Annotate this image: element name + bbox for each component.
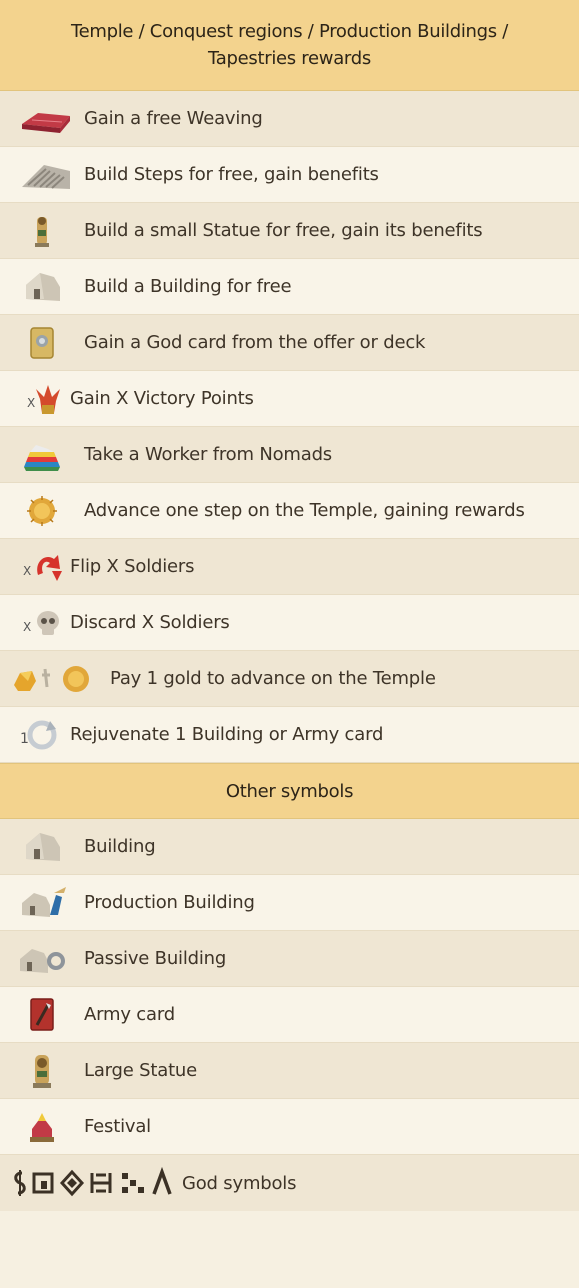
army-card-icon bbox=[0, 987, 84, 1043]
row-rejuvenate: 1 Rejuvenate 1 Building or Army card bbox=[0, 707, 579, 763]
row-label: Gain a God card from the offer or deck bbox=[84, 332, 426, 353]
svg-text:X: X bbox=[23, 620, 31, 634]
row-label: God symbols bbox=[182, 1172, 297, 1194]
weaving-icon bbox=[0, 91, 84, 147]
svg-text:X: X bbox=[27, 396, 35, 410]
worker-icon bbox=[0, 427, 84, 483]
row-label: Gain a free Weaving bbox=[84, 108, 263, 129]
row-god-symbols: God symbols bbox=[0, 1155, 579, 1211]
rewards-reference-sheet: Temple / Conquest regions / Production B… bbox=[0, 0, 579, 1288]
section-header-rewards: Temple / Conquest regions / Production B… bbox=[0, 0, 579, 91]
row-large-statue: Large Statue bbox=[0, 1043, 579, 1099]
gold-to-temple-icon bbox=[0, 651, 110, 707]
building-icon bbox=[0, 819, 84, 875]
row-army-card: Army card bbox=[0, 987, 579, 1043]
row-small-statue: Build a small Statue for free, gain its … bbox=[0, 203, 579, 259]
production-building-icon bbox=[0, 875, 84, 931]
section-title: Other symbols bbox=[225, 780, 354, 802]
row-gold-temple: Pay 1 gold to advance on the Temple bbox=[0, 651, 579, 707]
section-header-other: Other symbols bbox=[0, 763, 579, 819]
row-label: Take a Worker from Nomads bbox=[84, 444, 332, 465]
row-steps: Build Steps for free, gain benefits bbox=[0, 147, 579, 203]
row-production-building: Production Building bbox=[0, 875, 579, 931]
row-flip-soldiers: X Flip X Soldiers bbox=[0, 539, 579, 595]
row-passive-building: Passive Building bbox=[0, 931, 579, 987]
festival-icon bbox=[0, 1099, 84, 1155]
row-label: Production Building bbox=[84, 892, 255, 913]
row-label: Build a small Statue for free, gain its … bbox=[84, 220, 483, 241]
section-title-line1: Temple / Conquest regions / Production B… bbox=[70, 21, 509, 42]
row-label: Flip X Soldiers bbox=[70, 556, 195, 577]
skull-icon: X bbox=[0, 595, 84, 651]
row-label: Build a Building for free bbox=[84, 276, 292, 297]
victory-points-icon: X bbox=[0, 371, 84, 427]
row-building: Building bbox=[0, 819, 579, 875]
row-label: Build Steps for free, gain benefits bbox=[84, 164, 379, 185]
row-discard-soldiers: X Discard X Soldiers bbox=[0, 595, 579, 651]
row-worker: Take a Worker from Nomads bbox=[0, 427, 579, 483]
row-label: Passive Building bbox=[84, 948, 227, 969]
row-building-free: Build a Building for free bbox=[0, 259, 579, 315]
row-label: Festival bbox=[84, 1116, 151, 1137]
row-label: Discard X Soldiers bbox=[70, 612, 230, 633]
row-label: Rejuvenate 1 Building or Army card bbox=[70, 724, 384, 745]
rejuvenate-icon: 1 bbox=[0, 707, 84, 763]
row-label: Army card bbox=[84, 1004, 175, 1025]
row-label: Pay 1 gold to advance on the Temple bbox=[110, 668, 436, 689]
temple-token-icon bbox=[0, 483, 84, 539]
building-icon bbox=[0, 259, 84, 315]
flip-arrow-icon: X bbox=[0, 539, 84, 595]
row-victory-points: X Gain X Victory Points bbox=[0, 371, 579, 427]
large-statue-icon bbox=[0, 1043, 84, 1099]
row-label: Large Statue bbox=[84, 1060, 198, 1081]
row-label: Gain X Victory Points bbox=[70, 388, 254, 409]
row-god-card: Gain a God card from the offer or deck bbox=[0, 315, 579, 371]
svg-text:1: 1 bbox=[20, 731, 29, 747]
row-label: Advance one step on the Temple, gaining … bbox=[84, 500, 525, 521]
row-weaving: Gain a free Weaving bbox=[0, 91, 579, 147]
passive-building-icon bbox=[0, 931, 84, 987]
god-symbols-icon bbox=[0, 1155, 196, 1211]
svg-text:X: X bbox=[23, 564, 31, 578]
steps-icon bbox=[0, 147, 84, 203]
row-festival: Festival bbox=[0, 1099, 579, 1155]
section-title-line2: Tapestries rewards bbox=[208, 48, 371, 69]
section-title: Temple / Conquest regions / Production B… bbox=[71, 18, 508, 72]
god-card-icon bbox=[0, 315, 84, 371]
row-label: Building bbox=[84, 836, 156, 857]
row-temple-advance: Advance one step on the Temple, gaining … bbox=[0, 483, 579, 539]
small-statue-icon bbox=[0, 203, 84, 259]
